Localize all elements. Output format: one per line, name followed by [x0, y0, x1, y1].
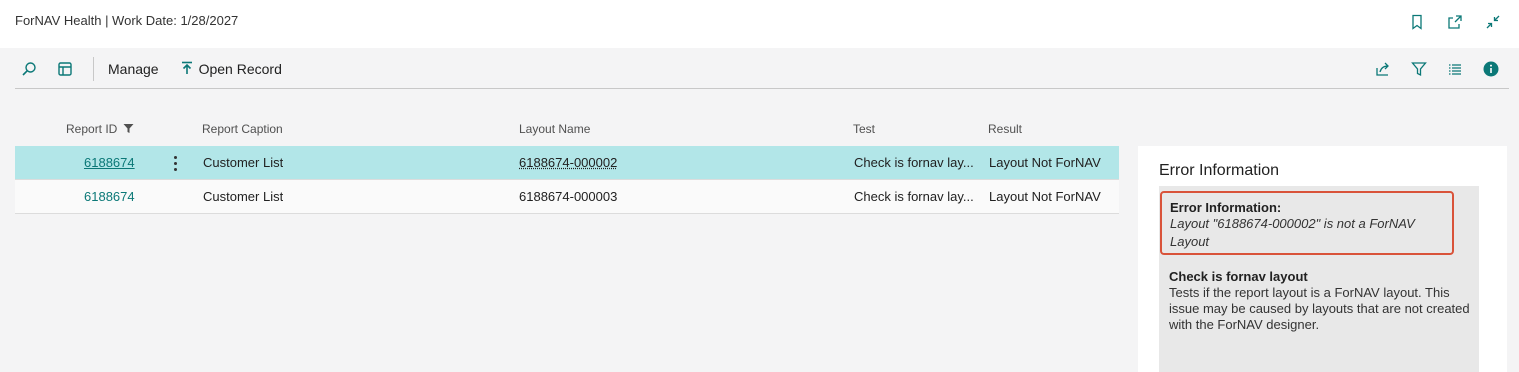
- search-icon[interactable]: [15, 57, 43, 81]
- open-record-button[interactable]: Open Record: [181, 57, 282, 81]
- manage-label: Manage: [108, 61, 159, 77]
- filter-icon[interactable]: [1407, 57, 1431, 81]
- row-menu-icon[interactable]: [167, 153, 183, 173]
- layout-name-cell[interactable]: 6188674-000002: [519, 155, 617, 170]
- layout-name-cell: 6188674-000003: [519, 189, 618, 204]
- info-icon[interactable]: [1479, 57, 1503, 81]
- list-view-icon[interactable]: [1443, 57, 1467, 81]
- grid-header: Report ID Report Caption Layout Name Tes…: [0, 122, 1119, 140]
- toolbar-divider: [93, 57, 94, 81]
- pin-icon: [181, 61, 193, 78]
- check-info: Check is fornav layout Tests if the repo…: [1169, 269, 1474, 333]
- result-cell: Layout Not ForNAV: [989, 189, 1101, 204]
- error-heading: Error Information:: [1170, 200, 1282, 215]
- show-as-cards-icon[interactable]: [51, 57, 79, 81]
- column-header-layout-name[interactable]: Layout Name: [519, 122, 590, 136]
- factbox-panel: Error Information: Layout "6188674-00000…: [1159, 186, 1479, 372]
- check-heading: Check is fornav layout: [1169, 269, 1308, 284]
- page-content: Manage Open Record Report ID Report Capt…: [0, 48, 1519, 372]
- error-information-highlight: Error Information: Layout "6188674-00000…: [1160, 191, 1454, 255]
- open-new-window-icon[interactable]: [1443, 10, 1467, 34]
- action-bar: Manage Open Record: [15, 48, 1509, 89]
- error-information-factbox: Error Information Error Information: Lay…: [1138, 146, 1507, 372]
- title-bar: ForNAV Health | Work Date: 1/28/2027: [0, 0, 1519, 48]
- error-message: Layout "6188674-000002" is not a ForNAV …: [1170, 216, 1415, 249]
- column-header-report-id[interactable]: Report ID: [66, 122, 134, 137]
- column-header-test[interactable]: Test: [853, 122, 875, 136]
- report-id-link[interactable]: 6188674: [84, 155, 135, 170]
- test-cell: Check is fornav lay...: [854, 155, 974, 170]
- report-caption-cell: Customer List: [203, 155, 284, 170]
- open-record-label: Open Record: [198, 61, 282, 77]
- report-caption-cell: Customer List: [203, 189, 284, 204]
- check-description: Tests if the report layout is a ForNAV l…: [1169, 285, 1470, 332]
- column-header-report-caption[interactable]: Report Caption: [202, 122, 283, 136]
- collapse-icon[interactable]: [1481, 10, 1505, 34]
- bookmark-icon[interactable]: [1405, 10, 1429, 34]
- result-cell: Layout Not ForNAV: [989, 155, 1101, 170]
- filter-icon: [123, 123, 134, 137]
- test-cell: Check is fornav lay...: [854, 189, 974, 204]
- manage-button[interactable]: Manage: [108, 57, 159, 81]
- column-header-result[interactable]: Result: [988, 122, 1022, 136]
- table-row[interactable]: 6188674 Customer List 6188674-000003 Che…: [15, 180, 1119, 214]
- page-title: ForNAV Health | Work Date: 1/28/2027: [15, 13, 239, 28]
- factbox-title: Error Information: [1159, 162, 1280, 179]
- share-icon[interactable]: [1371, 57, 1395, 81]
- report-id-link[interactable]: 6188674: [84, 189, 135, 204]
- table-row[interactable]: 6188674 Customer List 6188674-000002 Che…: [15, 146, 1119, 180]
